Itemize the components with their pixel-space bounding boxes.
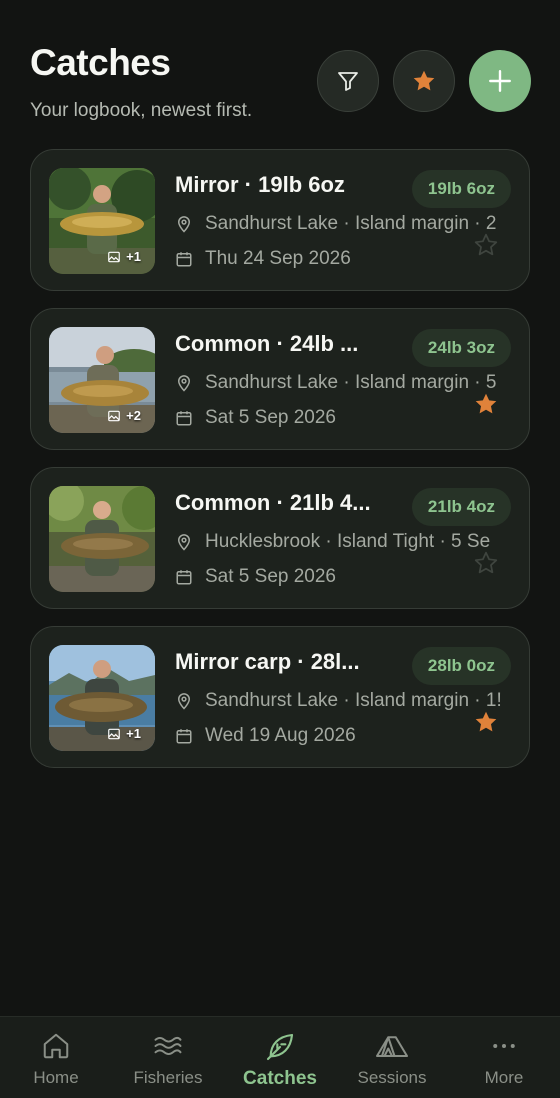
favorite-star-icon[interactable]: [473, 391, 499, 417]
catch-photo[interactable]: +1: [49, 168, 155, 274]
tab-fisheries[interactable]: Fisheries: [112, 1017, 224, 1098]
leaf-icon: [266, 1033, 294, 1061]
catch-photo[interactable]: +2: [49, 327, 155, 433]
filter-icon: [338, 72, 358, 91]
calendar-icon: [176, 411, 192, 426]
catch-date: Wed 19 Aug 2026: [175, 725, 515, 747]
tab-label: Sessions: [357, 1068, 427, 1087]
calendar-icon: [176, 252, 192, 267]
plus-icon: [489, 70, 511, 92]
catch-list: +1 Mirror · 19lb 6oz 19lb 6oz Sandhurst …: [30, 149, 530, 785]
add-catch-button[interactable]: [469, 50, 531, 112]
tab-label: Catches: [243, 1068, 317, 1089]
location-pin-icon: [177, 216, 191, 233]
catch-card[interactable]: Common · 21lb 4... 21lb 4oz Hucklesbrook…: [30, 467, 530, 609]
tab-catches[interactable]: Catches: [224, 1017, 336, 1098]
catch-location: Sandhurst Lake · Island margin · 5: [175, 372, 515, 394]
calendar-icon: [176, 729, 192, 744]
tent-icon: [376, 1036, 408, 1057]
more-icon: [493, 1044, 515, 1048]
bottom-tab-bar: Home Fisheries Catches Sessions More: [0, 1016, 560, 1098]
page-title: Catches: [30, 42, 171, 83]
weight-badge: 21lb 4oz: [411, 488, 511, 526]
page-subtitle: Your logbook, newest first.: [30, 100, 253, 121]
photo-count-badge: +2: [107, 408, 141, 423]
home-icon: [43, 1033, 69, 1059]
page-header: Catches Your logbook, newest first.: [30, 42, 252, 122]
catch-title: Mirror carp · 28l...: [175, 649, 360, 674]
location-pin-icon: [177, 693, 191, 710]
catch-location: Sandhurst Lake · Island margin · 2: [175, 213, 515, 235]
favorite-star-icon[interactable]: [473, 550, 499, 576]
star-icon: [413, 70, 435, 91]
weight-badge: 24lb 3oz: [411, 329, 511, 367]
tab-label: More: [484, 1068, 524, 1087]
photo-count-badge: +1: [107, 249, 141, 264]
image-icon: [108, 251, 121, 262]
location-pin-icon: [177, 534, 191, 551]
tab-more[interactable]: More: [448, 1017, 560, 1098]
waves-icon: [154, 1036, 182, 1056]
catch-card[interactable]: +1 Mirror · 19lb 6oz 19lb 6oz Sandhurst …: [30, 149, 530, 291]
tab-home[interactable]: Home: [0, 1017, 112, 1098]
catch-date: Thu 24 Sep 2026: [175, 248, 515, 270]
catch-card[interactable]: +1 Mirror carp · 28l... 28lb 0oz Sandhur…: [30, 626, 530, 768]
catch-location: Hucklesbrook · Island Tight · 5 Se: [175, 531, 515, 553]
catch-card[interactable]: +2 Common · 24lb ... 24lb 3oz Sandhurst …: [30, 308, 530, 450]
weight-badge: 28lb 0oz: [411, 647, 511, 685]
image-icon: [108, 410, 121, 421]
calendar-icon: [176, 570, 192, 585]
catch-date: Sat 5 Sep 2026: [175, 407, 515, 429]
catch-title: Common · 24lb ...: [175, 331, 359, 356]
catch-date: Sat 5 Sep 2026: [175, 566, 515, 588]
photo-count-badge: +1: [107, 726, 141, 741]
catch-title: Common · 21lb 4...: [175, 490, 371, 515]
weight-badge: 19lb 6oz: [411, 170, 511, 208]
image-icon: [108, 728, 121, 739]
catch-photo[interactable]: +1: [49, 645, 155, 751]
catch-location: Sandhurst Lake · Island margin · 1!: [175, 690, 515, 712]
tab-label: Fisheries: [133, 1068, 203, 1087]
favorites-filter-button[interactable]: [393, 50, 455, 112]
favorite-star-icon[interactable]: [473, 232, 499, 258]
catch-photo[interactable]: [49, 486, 155, 592]
favorite-star-icon[interactable]: [473, 709, 499, 735]
location-pin-icon: [177, 375, 191, 392]
catch-title: Mirror · 19lb 6oz: [175, 172, 345, 197]
tab-sessions[interactable]: Sessions: [336, 1017, 448, 1098]
tab-label: Home: [33, 1068, 79, 1087]
filter-button[interactable]: [317, 50, 379, 112]
